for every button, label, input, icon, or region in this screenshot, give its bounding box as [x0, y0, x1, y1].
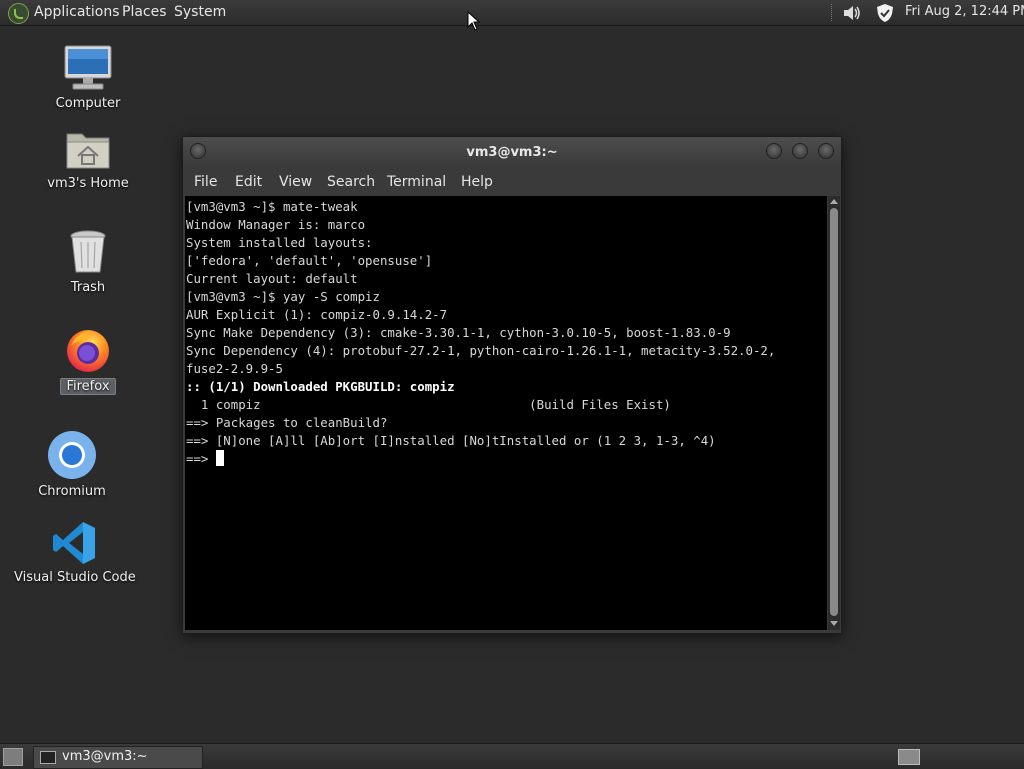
- terminal-prompt-line[interactable]: ==>: [186, 450, 224, 468]
- prompt-text: ==>: [186, 451, 216, 466]
- desktop-icon-label: Chromium: [38, 484, 106, 499]
- terminal-menubar: File Edit View Search Terminal Help: [183, 167, 841, 195]
- terminal-output[interactable]: [vm3@vm3 ~]$ mate-tweak Window Manager i…: [185, 196, 827, 630]
- text-cursor: [215, 450, 224, 466]
- trash-icon: [70, 230, 106, 273]
- terminal-line: ['fedora', 'default', 'opensuse']: [186, 253, 433, 268]
- terminal-icon: [40, 751, 56, 764]
- firefox-icon: [67, 330, 109, 372]
- menu-help[interactable]: Help: [461, 174, 493, 190]
- desktop-icon-trash[interactable]: Trash: [58, 228, 118, 295]
- desktop-icon-label: vm3's Home: [47, 176, 129, 191]
- terminal-line: [vm3@vm3 ~]$ mate-tweak: [186, 199, 358, 214]
- window-title: vm3@vm3:~: [466, 145, 558, 160]
- menu-file[interactable]: File: [194, 174, 217, 190]
- menu-view[interactable]: View: [279, 174, 312, 190]
- taskbar-window-button[interactable]: vm3@vm3:~: [33, 746, 203, 769]
- tray-separator: [831, 4, 834, 21]
- bottom-panel: vm3@vm3:~: [0, 743, 1024, 769]
- menu-terminal[interactable]: Terminal: [387, 174, 446, 190]
- volume-icon[interactable]: [841, 3, 861, 23]
- desktop-icon-label: Firefox: [60, 378, 116, 395]
- minimize-button[interactable]: [766, 143, 782, 159]
- terminal-line: AUR Explicit (1): compiz-0.9.14.2-7: [186, 307, 448, 322]
- terminal-line: [vm3@vm3 ~]$ yay -S compiz: [186, 289, 380, 304]
- desktop-icon-label: Computer: [55, 96, 121, 111]
- terminal-line: Current layout: default: [186, 271, 358, 286]
- scroll-up-arrow-icon[interactable]: [830, 199, 838, 204]
- places-menu[interactable]: Places: [122, 4, 167, 20]
- menu-edit[interactable]: Edit: [235, 174, 262, 190]
- terminal-scrollbar[interactable]: [828, 196, 840, 630]
- system-menu[interactable]: System: [174, 4, 226, 20]
- scroll-thumb[interactable]: [830, 208, 838, 616]
- workspace-switcher[interactable]: [898, 749, 920, 765]
- vscode-icon: [53, 522, 95, 564]
- window-titlebar[interactable]: vm3@vm3:~: [183, 137, 841, 167]
- computer-icon: [64, 45, 112, 90]
- terminal-line: ==> [N]one [A]ll [Ab]ort [I]nstalled [No…: [186, 433, 716, 448]
- terminal-window[interactable]: vm3@vm3:~ File Edit View Search Terminal…: [182, 136, 842, 634]
- security-shield-icon[interactable]: [875, 3, 895, 23]
- close-button[interactable]: [818, 143, 834, 159]
- applications-menu[interactable]: Applications: [34, 4, 120, 20]
- chromium-icon: [48, 431, 96, 479]
- taskbar-window-label: vm3@vm3:~: [62, 749, 148, 764]
- desktop-icon-computer[interactable]: Computer: [52, 44, 124, 111]
- show-desktop-icon[interactable]: [3, 748, 23, 766]
- desktop-icon-vscode[interactable]: Visual Studio Code: [14, 520, 136, 585]
- desktop-icon-label: Trash: [70, 280, 106, 295]
- mate-logo-icon[interactable]: [8, 3, 29, 24]
- terminal-line: Sync Dependency (4): protobuf-27.2-1, py…: [186, 343, 776, 358]
- mouse-cursor-icon: [467, 11, 481, 31]
- terminal-line: :: (1/1) Downloaded PKGBUILD: compiz: [186, 379, 455, 394]
- terminal-line: fuse2-2.9.9-5: [186, 361, 283, 376]
- scroll-down-arrow-icon[interactable]: [830, 621, 838, 626]
- clock[interactable]: Fri Aug 2, 12:44 PM: [905, 4, 1024, 19]
- home-folder-icon: [66, 133, 110, 169]
- desktop-icon-home[interactable]: vm3's Home: [44, 128, 132, 191]
- desktop-icon-chromium[interactable]: Chromium: [38, 430, 106, 499]
- desktop-icon-label: Visual Studio Code: [14, 570, 136, 585]
- desktop-icon-firefox[interactable]: Firefox: [60, 326, 116, 395]
- terminal-line: ==> Packages to cleanBuild?: [186, 415, 388, 430]
- terminal-line: Window Manager is: marco: [186, 217, 366, 232]
- top-panel: Applications Places System Fri Aug 2, 12…: [0, 0, 1024, 26]
- maximize-button[interactable]: [792, 143, 808, 159]
- menu-search[interactable]: Search: [327, 174, 375, 190]
- terminal-line: System installed layouts:: [186, 235, 373, 250]
- terminal-line: 1 compiz (Build Files Exist): [186, 397, 671, 412]
- terminal-line: Sync Make Dependency (3): cmake-3.30.1-1…: [186, 325, 731, 340]
